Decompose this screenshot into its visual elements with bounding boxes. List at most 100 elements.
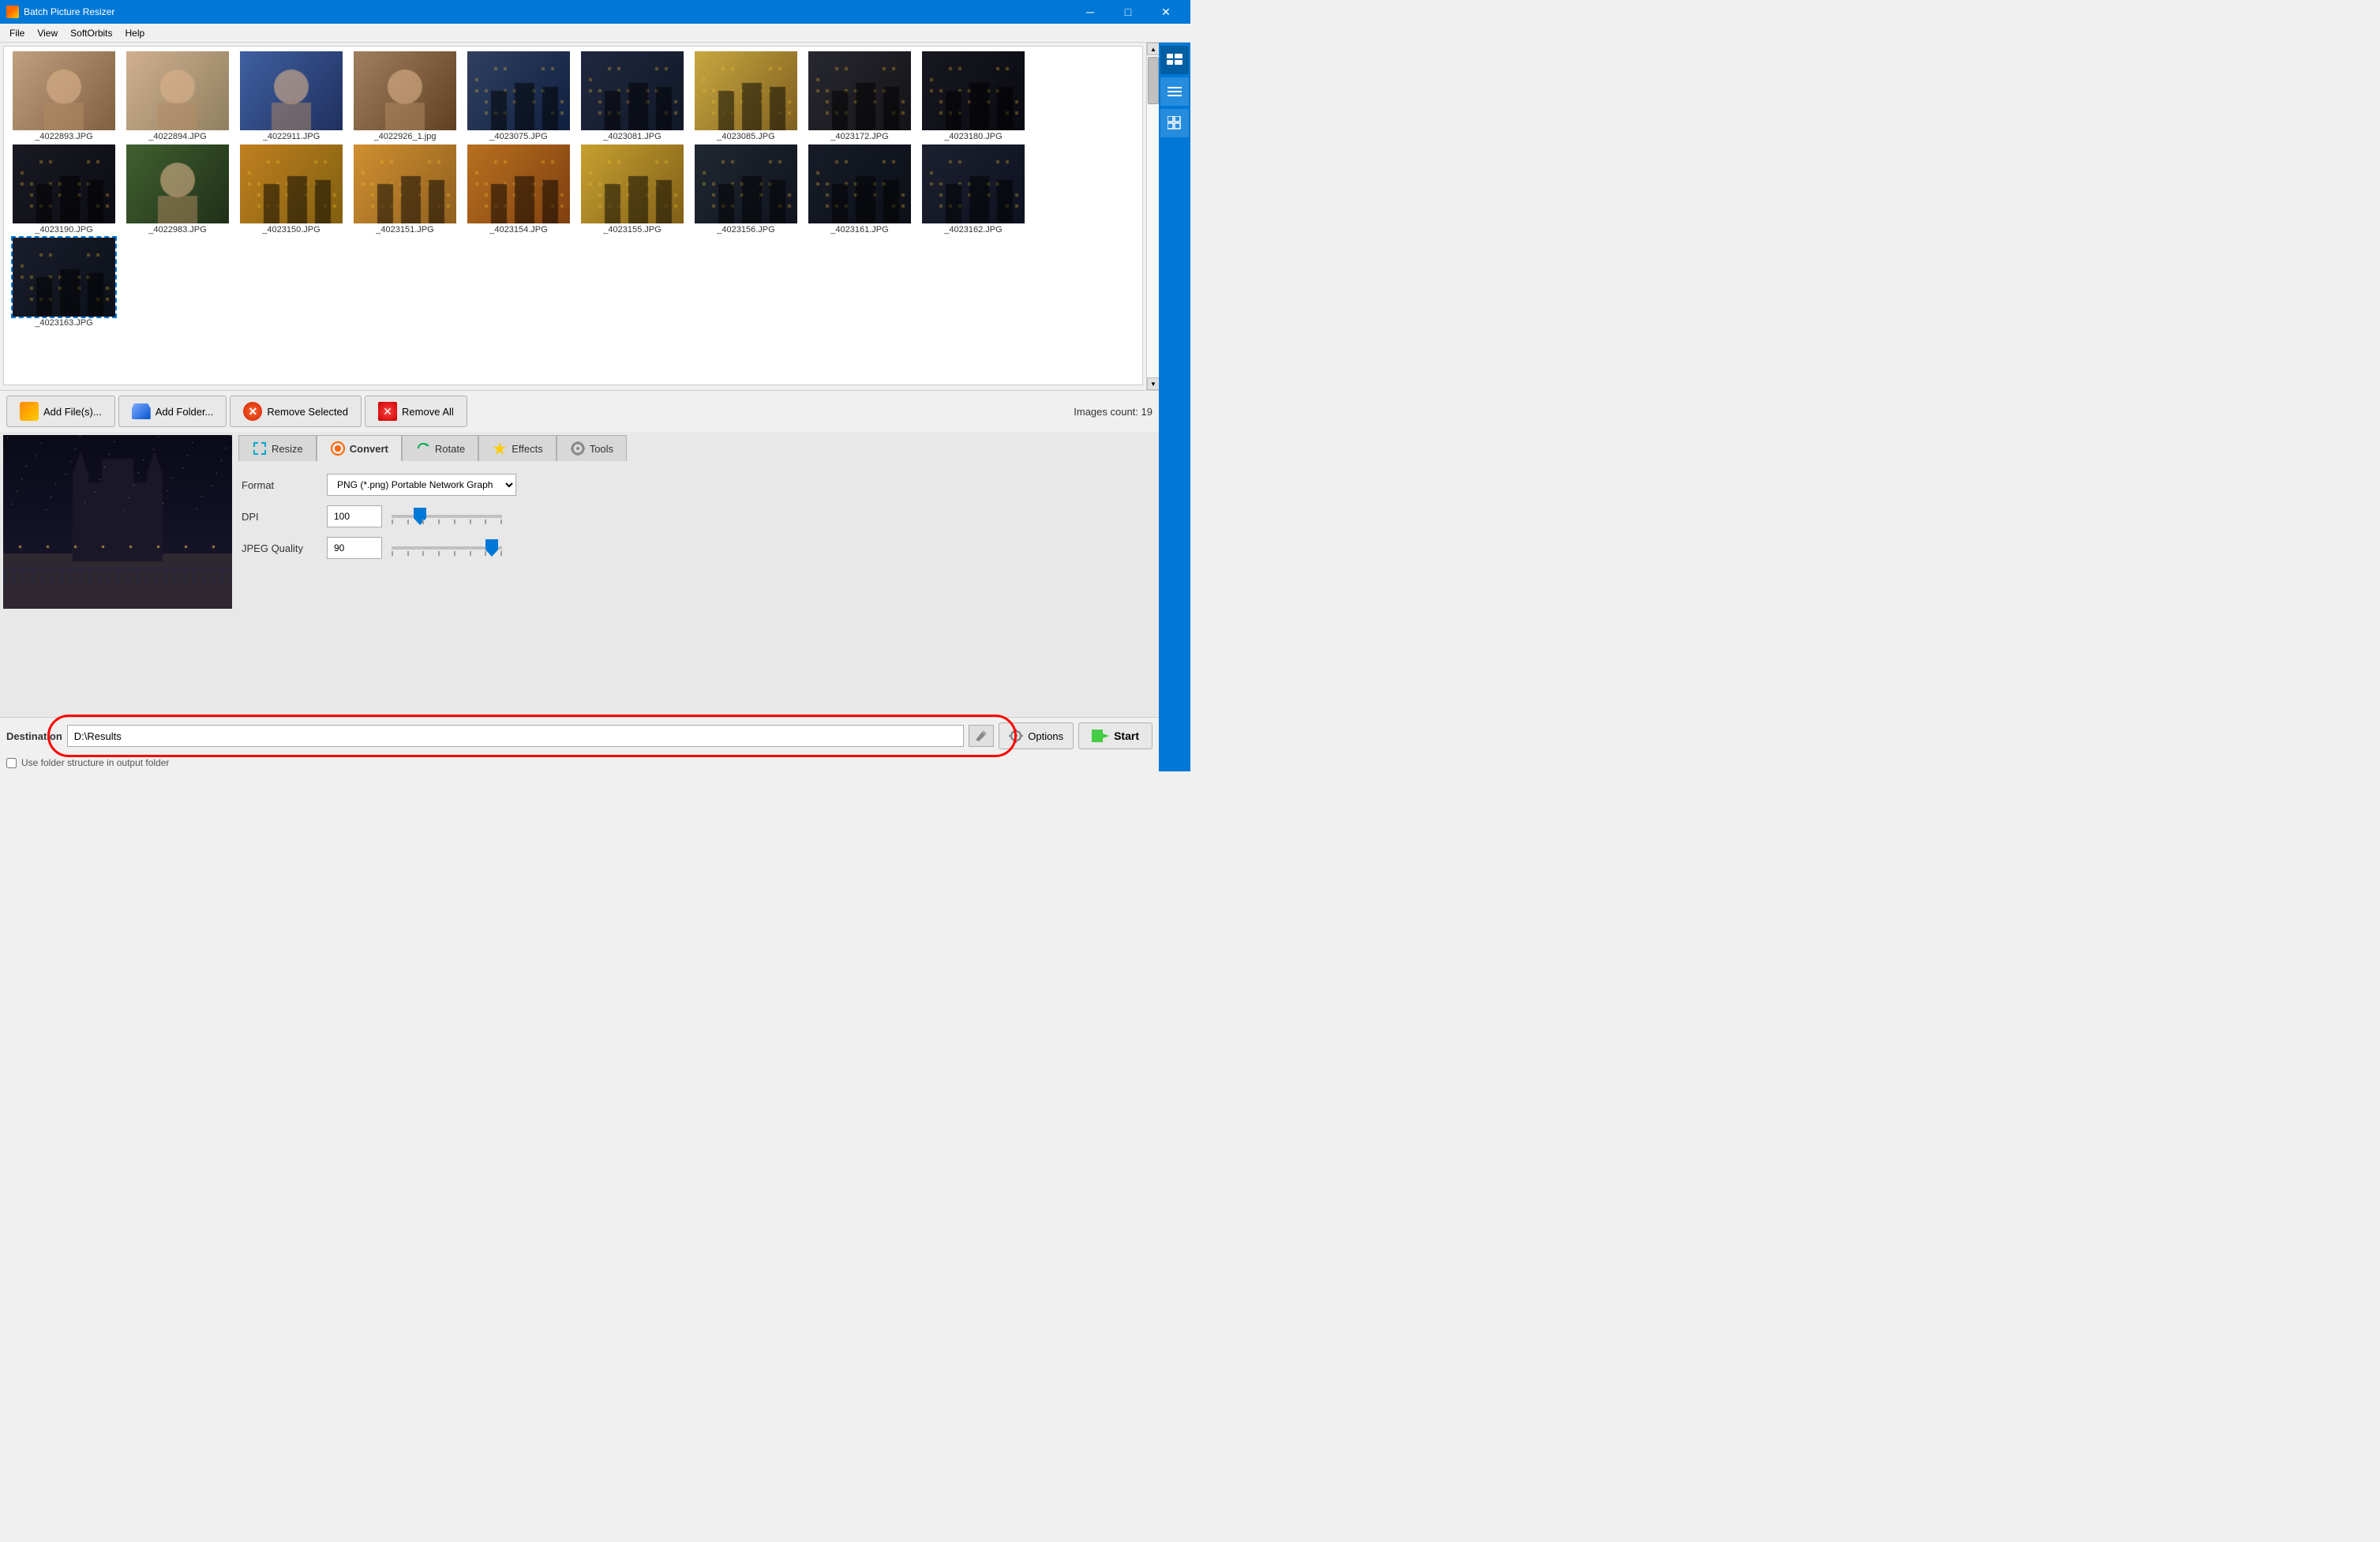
thumb-img-wrap-t13 (354, 144, 456, 223)
sidebar-thumbnails-button[interactable] (1160, 46, 1189, 74)
folder-structure-checkbox[interactable] (6, 758, 17, 768)
title-bar-text: Batch Picture Resizer (24, 6, 1072, 17)
thumb-label-t19: _4023163.JPG (35, 318, 92, 328)
jpeg-slider-tick-marks (392, 551, 502, 556)
thumb-canvas-t16 (695, 144, 797, 223)
start-button[interactable]: Start (1078, 722, 1153, 749)
scroll-thumb[interactable] (1148, 57, 1159, 104)
options-button[interactable]: Options (999, 722, 1074, 749)
thumb-img-wrap-t16 (695, 144, 797, 223)
remove-selected-button[interactable]: ✕ Remove Selected (230, 396, 362, 427)
thumbnail-item-t6[interactable]: _4023081.JPG (577, 51, 688, 141)
dpi-slider[interactable] (388, 515, 507, 518)
bottom-bar: Use folder structure in output folder (0, 754, 1159, 771)
rotate-icon (415, 441, 431, 456)
dpi-input[interactable] (327, 505, 382, 527)
remove-all-button[interactable]: ✕ Remove All (365, 396, 467, 427)
thumbnail-item-t18[interactable]: _4023162.JPG (918, 144, 1029, 234)
destination-browse-button[interactable] (969, 725, 994, 747)
add-folder-label: Add Folder... (156, 406, 214, 418)
thumbnail-item-t17[interactable]: _4023161.JPG (804, 144, 915, 234)
thumb-canvas-t5 (467, 51, 570, 130)
format-label: Format (242, 479, 320, 491)
menu-view[interactable]: View (31, 26, 64, 40)
menu-softorbits[interactable]: SoftOrbits (64, 26, 118, 40)
menu-bar: File View SoftOrbits Help (0, 24, 1190, 43)
maximize-button[interactable]: □ (1110, 0, 1146, 24)
thumb-label-t5: _4023075.JPG (489, 132, 547, 141)
thumbnail-item-t11[interactable]: _4022983.JPG (122, 144, 233, 234)
thumb-img-wrap-t17 (808, 144, 911, 223)
thumb-label-t16: _4023156.JPG (717, 225, 774, 234)
thumb-img-wrap-t7 (695, 51, 797, 130)
folder-structure-label[interactable]: Use folder structure in output folder (21, 757, 169, 768)
thumbnail-item-t13[interactable]: _4023151.JPG (350, 144, 460, 234)
slider-tick-marks (392, 520, 502, 524)
thumb-canvas-t14 (467, 144, 570, 223)
thumb-label-t13: _4023151.JPG (376, 225, 433, 234)
start-label: Start (1114, 730, 1139, 742)
scroll-down-btn[interactable]: ▼ (1147, 377, 1159, 390)
thumbnail-item-t4[interactable]: _4022926_1.jpg (350, 51, 460, 141)
pencil-icon (974, 729, 988, 743)
thumb-label-t7: _4023085.JPG (717, 132, 774, 141)
add-files-button[interactable]: Add File(s)... (6, 396, 115, 427)
thumbnail-item-t5[interactable]: _4023075.JPG (463, 51, 574, 141)
thumbnail-item-t8[interactable]: _4023172.JPG (804, 51, 915, 141)
tab-resize[interactable]: Resize (238, 435, 317, 461)
close-button[interactable]: ✕ (1148, 0, 1184, 24)
thumb-img-wrap-t8 (808, 51, 911, 130)
remove-selected-icon: ✕ (243, 402, 262, 421)
grid-icon (1168, 116, 1182, 130)
thumbnail-item-t15[interactable]: _4023155.JPG (577, 144, 688, 234)
tab-effects[interactable]: Effects (478, 435, 557, 461)
title-bar-controls: ─ □ ✕ (1072, 0, 1184, 24)
add-folder-button[interactable]: Add Folder... (118, 396, 227, 427)
thumb-img-wrap-t14 (467, 144, 570, 223)
tab-tools[interactable]: Tools (557, 435, 627, 461)
thumbnail-item-t12[interactable]: _4023150.JPG (236, 144, 347, 234)
sidebar-right (1159, 43, 1190, 771)
minimize-button[interactable]: ─ (1072, 0, 1108, 24)
thumbnail-item-t2[interactable]: _4022894.JPG (122, 51, 233, 141)
thumbnail-scrollbar[interactable]: ▲ ▼ (1146, 43, 1159, 390)
thumbnail-item-t14[interactable]: _4023154.JPG (463, 144, 574, 234)
thumb-canvas-t4 (354, 51, 456, 130)
tab-convert[interactable]: Convert (317, 435, 402, 461)
thumb-label-t6: _4023081.JPG (603, 132, 661, 141)
thumb-img-wrap-t9 (922, 51, 1025, 130)
thumbnail-item-t16[interactable]: _4023156.JPG (691, 144, 801, 234)
thumbnails-icon (1167, 54, 1183, 66)
thumb-canvas-t10 (13, 144, 115, 223)
thumb-canvas-t1 (13, 51, 115, 130)
add-files-label: Add File(s)... (43, 406, 102, 418)
thumbnail-item-t3[interactable]: _4022911.JPG (236, 51, 347, 141)
thumb-label-t4: _4022926_1.jpg (374, 132, 437, 141)
thumbnail-item-t9[interactable]: _4023180.JPG (918, 51, 1029, 141)
jpeg-quality-slider[interactable] (388, 546, 507, 550)
format-select[interactable]: PNG (*.png) Portable Network Graph (327, 474, 516, 496)
thumb-label-t2: _4022894.JPG (148, 132, 206, 141)
options-label: Options (1028, 730, 1063, 742)
destination-input[interactable] (67, 725, 964, 747)
tab-rotate[interactable]: Rotate (402, 435, 478, 461)
sidebar-list-button[interactable] (1160, 77, 1189, 106)
scroll-up-btn[interactable]: ▲ (1147, 43, 1159, 55)
jpeg-quality-input[interactable] (327, 537, 382, 559)
menu-help[interactable]: Help (119, 26, 152, 40)
thumbnail-item-t1[interactable]: _4022893.JPG (9, 51, 119, 141)
thumb-label-t17: _4023161.JPG (830, 225, 888, 234)
thumbnail-item-t7[interactable]: _4023085.JPG (691, 51, 801, 141)
thumb-canvas-t17 (808, 144, 911, 223)
thumbnail-item-t19[interactable]: _4023163.JPG (9, 238, 119, 328)
thumbnail-item-t10[interactable]: _4023190.JPG (9, 144, 119, 234)
jpeg-quality-label: JPEG Quality (242, 542, 320, 554)
tabs-bar: Resize Convert Rotat (238, 435, 1149, 461)
thumb-canvas-t18 (922, 144, 1025, 223)
dpi-row: DPI (242, 505, 1146, 527)
thumb-canvas-t6 (581, 51, 684, 130)
thumb-img-wrap-t6 (581, 51, 684, 130)
main-container: _4022893.JPG_4022894.JPG_4022911.JPG_402… (0, 43, 1190, 771)
menu-file[interactable]: File (3, 26, 31, 40)
sidebar-grid-button[interactable] (1160, 109, 1189, 137)
